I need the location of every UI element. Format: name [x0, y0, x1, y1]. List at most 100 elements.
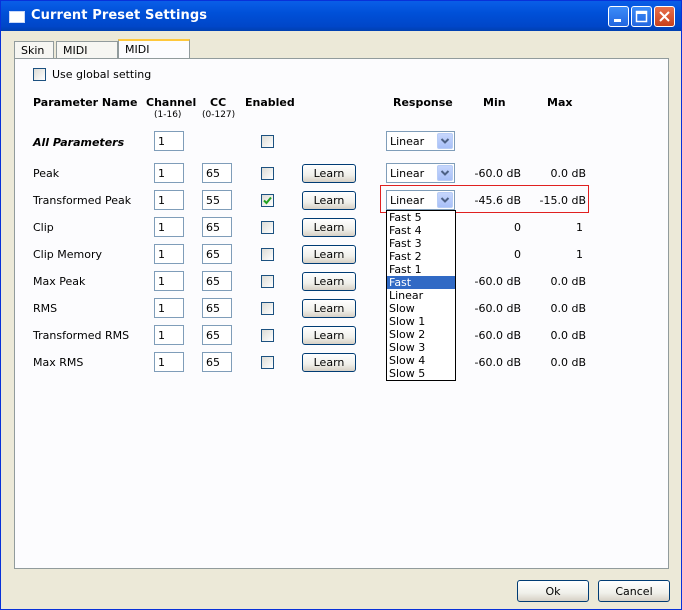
- enabled-checkbox[interactable]: [261, 194, 274, 207]
- row-name: Clip Memory: [33, 248, 103, 261]
- all-parameters-channel-field[interactable]: 1: [154, 131, 184, 151]
- enabled-checkbox[interactable]: [261, 329, 274, 342]
- header-cc: CC: [210, 96, 227, 109]
- maximize-button[interactable]: [631, 6, 652, 27]
- dropdown-option[interactable]: Fast 1: [387, 263, 455, 276]
- window-icon: [9, 11, 25, 23]
- global-setting-checkbox[interactable]: [33, 68, 46, 81]
- response-value: Linear: [390, 135, 425, 148]
- row-name: Max RMS: [33, 356, 84, 369]
- cc-field[interactable]: 65: [202, 163, 232, 183]
- dropdown-option[interactable]: Linear: [387, 289, 455, 302]
- channel-field[interactable]: 1: [154, 190, 184, 210]
- cancel-button[interactable]: Cancel: [598, 580, 670, 602]
- maximize-icon: [635, 10, 648, 23]
- dropdown-option[interactable]: Slow 4: [387, 354, 455, 367]
- response-dropdown-list: Fast 5 Fast 4 Fast 3 Fast 2 Fast 1 Fast …: [386, 210, 456, 381]
- max-value: 1: [576, 221, 583, 234]
- header-channel: Channel: [146, 96, 197, 109]
- learn-button[interactable]: Learn: [302, 326, 356, 345]
- close-button[interactable]: [654, 6, 675, 27]
- header-enabled: Enabled: [245, 96, 295, 109]
- learn-button[interactable]: Learn: [302, 218, 356, 237]
- learn-button[interactable]: Learn: [302, 353, 356, 372]
- dropdown-option[interactable]: Fast 2: [387, 250, 455, 263]
- row-name: Clip: [33, 221, 54, 234]
- min-value: -60.0 dB: [474, 167, 522, 180]
- min-value: -60.0 dB: [474, 275, 522, 288]
- enabled-checkbox[interactable]: [261, 275, 274, 288]
- channel-field[interactable]: 1: [154, 352, 184, 372]
- learn-button[interactable]: Learn: [302, 272, 356, 291]
- row-name: RMS: [33, 302, 58, 315]
- learn-button[interactable]: Learn: [302, 299, 356, 318]
- all-parameters-response-select[interactable]: Linear: [386, 131, 455, 151]
- ok-button[interactable]: Ok: [517, 580, 589, 602]
- dropdown-option[interactable]: Fast 4: [387, 224, 455, 237]
- enabled-checkbox[interactable]: [261, 221, 274, 234]
- enabled-checkbox[interactable]: [261, 167, 274, 180]
- title-bar[interactable]: Current Preset Settings: [1, 1, 681, 31]
- min-value: 0: [514, 221, 521, 234]
- dropdown-option-highlighted[interactable]: Fast: [387, 276, 455, 289]
- chevron-down-icon[interactable]: [437, 133, 453, 149]
- enabled-checkbox[interactable]: [261, 302, 274, 315]
- preset-settings-dialog: Current Preset Settings Skin MIDI Input …: [0, 0, 682, 610]
- max-value: 0.0 dB: [550, 356, 586, 369]
- cc-field[interactable]: 65: [202, 352, 232, 372]
- min-value: -60.0 dB: [474, 329, 522, 342]
- max-value: 0.0 dB: [550, 329, 586, 342]
- row-name: Transformed RMS: [33, 329, 130, 342]
- header-max: Max: [547, 96, 573, 109]
- max-value: 0.0 dB: [550, 302, 586, 315]
- min-value: -60.0 dB: [474, 356, 522, 369]
- response-value: Linear: [390, 167, 425, 180]
- minimize-button[interactable]: [608, 6, 629, 27]
- channel-field[interactable]: 1: [154, 325, 184, 345]
- min-value: 0: [514, 248, 521, 261]
- cc-field[interactable]: 65: [202, 244, 232, 264]
- chevron-down-icon[interactable]: [437, 165, 453, 181]
- dropdown-option[interactable]: Fast 3: [387, 237, 455, 250]
- dropdown-option[interactable]: Fast 5: [387, 211, 455, 224]
- enabled-checkbox[interactable]: [261, 248, 274, 261]
- learn-button[interactable]: Learn: [302, 191, 356, 210]
- cc-field[interactable]: 55: [202, 190, 232, 210]
- tab-midi-input[interactable]: MIDI Input: [56, 41, 118, 70]
- tab-midi-output[interactable]: MIDI Output: [118, 39, 190, 69]
- window-title: Current Preset Settings: [31, 8, 208, 23]
- row-name: Peak: [33, 167, 60, 180]
- row-name: Transformed Peak: [33, 194, 132, 207]
- dropdown-option[interactable]: Slow 1: [387, 315, 455, 328]
- tab-skin[interactable]: Skin: [14, 41, 54, 58]
- learn-button[interactable]: Learn: [302, 245, 356, 264]
- dropdown-option[interactable]: Slow: [387, 302, 455, 315]
- min-value: -60.0 dB: [474, 302, 522, 315]
- cc-field[interactable]: 65: [202, 325, 232, 345]
- cc-field[interactable]: 65: [202, 298, 232, 318]
- response-select[interactable]: Linear: [386, 163, 455, 183]
- cc-field[interactable]: 65: [202, 271, 232, 291]
- channel-field[interactable]: 1: [154, 271, 184, 291]
- minimize-icon: [614, 19, 621, 22]
- channel-field[interactable]: 1: [154, 244, 184, 264]
- channel-field[interactable]: 1: [154, 217, 184, 237]
- header-response: Response: [393, 96, 453, 109]
- enabled-checkbox[interactable]: [261, 356, 274, 369]
- max-value: 0.0 dB: [550, 167, 586, 180]
- all-parameters-enabled-checkbox[interactable]: [261, 135, 274, 148]
- learn-button[interactable]: Learn: [302, 164, 356, 183]
- global-setting-label: Use global setting: [52, 68, 152, 81]
- dropdown-option[interactable]: Slow 5: [387, 367, 455, 380]
- cc-field[interactable]: 65: [202, 217, 232, 237]
- checkmark-icon: [263, 196, 272, 205]
- channel-field[interactable]: 1: [154, 163, 184, 183]
- channel-field[interactable]: 1: [154, 298, 184, 318]
- header-channel-range: (1-16): [154, 110, 182, 120]
- all-parameters-label: All Parameters: [33, 136, 125, 149]
- row-name: Max Peak: [33, 275, 86, 288]
- dropdown-option[interactable]: Slow 2: [387, 328, 455, 341]
- max-value: 0.0 dB: [550, 275, 586, 288]
- close-icon: [659, 11, 670, 22]
- dropdown-option[interactable]: Slow 3: [387, 341, 455, 354]
